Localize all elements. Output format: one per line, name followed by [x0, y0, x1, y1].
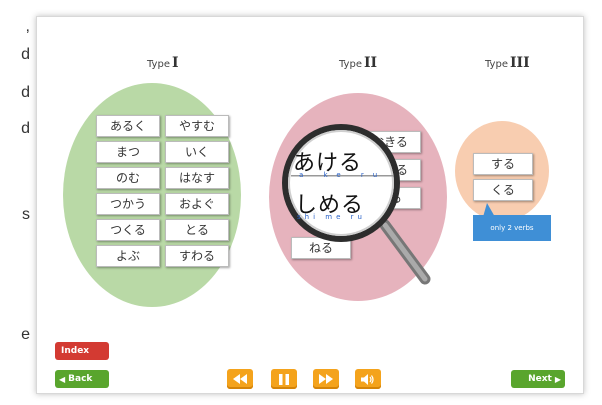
verb-card-suru[interactable]: する [473, 153, 533, 175]
verb-card-yobu[interactable]: よぶ [96, 245, 160, 267]
volume-icon [361, 373, 374, 385]
rewind-button[interactable] [227, 369, 253, 389]
verb-card-toru[interactable]: とる [165, 219, 229, 241]
tooltip-only-2-verbs: only 2 verbs [473, 215, 551, 241]
type1-number: I [171, 55, 179, 71]
verb-card-miru[interactable]: みる [359, 187, 421, 209]
type2-number: II [363, 55, 378, 71]
fast-forward-button[interactable] [313, 369, 339, 389]
verb-card-matsu[interactable]: まつ [96, 141, 160, 163]
side-text-4: d [21, 120, 30, 137]
magnified-romaji-shimeru: shi me ru [297, 213, 366, 221]
type3-title: Type III [485, 55, 530, 71]
chevron-left-icon: ◀ [59, 374, 66, 384]
type3-label: Type [485, 59, 508, 70]
verb-card-okiru[interactable]: おきる [359, 131, 421, 153]
rewind-icon [233, 374, 247, 384]
side-text-1: , [25, 18, 30, 35]
side-text-2: d [21, 46, 30, 63]
verb-card-yasumu[interactable]: やすむ [165, 115, 229, 137]
back-button-label: Back [68, 374, 93, 384]
next-button[interactable]: Next ▶ [511, 370, 565, 388]
magnified-romaji-akeru: a ke ru [299, 171, 387, 179]
next-button-label: Next [528, 374, 552, 384]
pause-button[interactable] [271, 369, 297, 389]
side-text-6: e [21, 326, 30, 343]
side-text-3: d [21, 84, 30, 101]
type2-title: Type II [339, 55, 377, 71]
verb-card-suwaru[interactable]: すわる [165, 245, 229, 267]
verb-card-tsukuru[interactable]: つくる [96, 219, 160, 241]
index-button[interactable]: Index [55, 342, 109, 360]
verb-card-hanasu[interactable]: はなす [165, 167, 229, 189]
chevron-right-icon: ▶ [554, 374, 561, 384]
type1-title: Type I [147, 55, 179, 71]
type1-label: Type [147, 59, 170, 70]
verb-card-tsukau[interactable]: つかう [96, 193, 160, 215]
verb-card-iku[interactable]: いく [165, 141, 229, 163]
fast-forward-icon [319, 374, 333, 384]
type3-number: III [509, 55, 530, 71]
verb-card-aruku[interactable]: あるく [96, 115, 160, 137]
lesson-frame: Type I Type II Type III あるく やすむ まつ いく のむ はな… [36, 16, 584, 394]
verb-card-kuru[interactable]: くる [473, 179, 533, 201]
volume-button[interactable] [355, 369, 381, 389]
verb-card-oyogu[interactable]: およぐ [165, 193, 229, 215]
type2-label: Type [339, 59, 362, 70]
pause-icon [279, 373, 289, 385]
side-text-5: s [22, 206, 30, 223]
back-button[interactable]: ◀ Back [55, 370, 109, 388]
verb-card-nomu[interactable]: のむ [96, 167, 160, 189]
verb-card-neru[interactable]: ねる [291, 237, 351, 259]
index-button-label: Index [61, 346, 90, 356]
